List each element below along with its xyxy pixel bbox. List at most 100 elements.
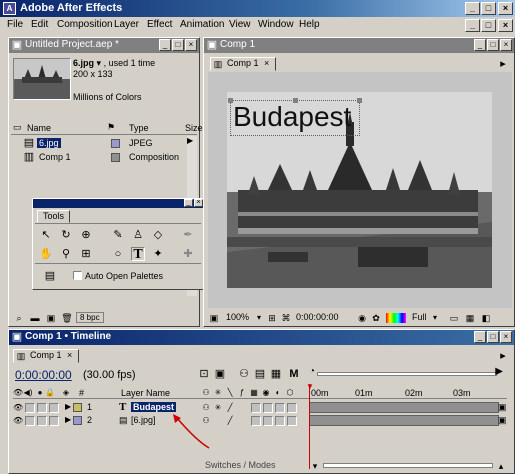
menu-effect[interactable]: Effect (147, 19, 172, 30)
zoom-tool-icon[interactable]: ⚲ (59, 247, 73, 261)
always-preview-icon[interactable]: ▣ (208, 311, 220, 325)
layer-name[interactable]: Budapest (131, 402, 177, 412)
minimize-button[interactable]: _ (465, 2, 480, 15)
work-area-end-icon[interactable]: ▶ (495, 366, 503, 377)
transform-handle[interactable] (357, 98, 362, 103)
mdi-minimize-button[interactable]: _ (465, 19, 480, 32)
eye-icon[interactable]: 👁 (13, 401, 23, 413)
add-vertex-tool-icon[interactable]: ✚ (181, 247, 195, 261)
eraser-tool-icon[interactable]: ◇ (151, 228, 165, 242)
ellipse-mask-tool-icon[interactable]: ○ (111, 247, 125, 261)
shy-layers-icon[interactable]: ⚇ (237, 367, 251, 381)
work-area-bar[interactable]: ◔ ▶ (309, 366, 509, 384)
comp-timecode[interactable]: 0:00:00:00 (296, 312, 339, 322)
hand-tool-icon[interactable]: ✋ (39, 247, 53, 261)
camera-view-icon[interactable]: ◧ (480, 311, 492, 325)
comp-button-icon[interactable]: ⊡ (197, 367, 211, 381)
expand-arrow-icon[interactable]: ▶ (65, 415, 71, 424)
adjustment-toggle[interactable] (275, 416, 285, 426)
timeline-minimize-button[interactable]: _ (474, 331, 486, 343)
work-area-track[interactable] (317, 372, 497, 376)
work-area-start-icon[interactable]: ◔ (309, 366, 315, 377)
menu-view[interactable]: View (229, 19, 251, 30)
adjustment-toggle[interactable] (275, 403, 285, 413)
label-color-swatch[interactable] (111, 139, 120, 148)
maximize-button[interactable]: □ (481, 2, 496, 15)
mdi-restore-button[interactable]: □ (481, 19, 496, 32)
selection-tool-icon[interactable]: ↖ (39, 228, 53, 242)
rotation-tool-icon[interactable]: ↻ (59, 228, 73, 242)
dropdown-arrow-icon[interactable]: ▾ (97, 58, 102, 68)
lock-toggle[interactable] (49, 403, 59, 413)
zoom-dropdown[interactable]: 100% (226, 312, 249, 322)
label-color-swatch[interactable] (111, 153, 120, 162)
timeline-close-button[interactable]: × (500, 331, 512, 343)
tab-timeline-comp[interactable]: ▥ Comp 1 × (13, 349, 80, 363)
tab-comp[interactable]: ▥ Comp 1 × (210, 57, 277, 71)
menu-help[interactable]: Help (299, 19, 320, 30)
timeline-timecode[interactable]: 0:00:00:00 (15, 368, 72, 382)
comp-close-button[interactable]: × (500, 39, 512, 51)
layer-end-marker-icon[interactable]: ▣ (498, 402, 507, 413)
puppet-pin-tool-icon[interactable]: ✦ (151, 247, 165, 261)
current-time-indicator[interactable] (309, 384, 310, 469)
audio-toggle[interactable] (25, 416, 35, 426)
quality-dropdown-arrow-icon[interactable]: ▾ (430, 311, 440, 325)
table-row[interactable]: 👁 ▶ 2 ▤ [6.jpg] ⚇ ╱ (13, 415, 309, 427)
layer-duration-bar[interactable] (309, 415, 499, 426)
zoom-dropdown-arrow-icon[interactable]: ▾ (254, 311, 264, 325)
switches-modes-toggle[interactable]: Switches / Modes (205, 460, 276, 470)
new-comp-icon[interactable]: ▣ (45, 311, 57, 325)
transform-handle[interactable] (293, 98, 298, 103)
timeline-zoom-slider[interactable] (323, 463, 493, 468)
lock-toggle[interactable] (49, 416, 59, 426)
find-icon[interactable]: ⌕ (13, 311, 25, 325)
close-button[interactable]: × (498, 2, 513, 15)
motion-blur-toggle[interactable] (263, 416, 273, 426)
zoom-out-icon[interactable]: ▾ (309, 459, 321, 473)
region-of-interest-icon[interactable]: ▭ (448, 311, 460, 325)
menu-window[interactable]: Window (258, 19, 294, 30)
time-indicator-head-icon[interactable]: ▼ (306, 382, 314, 391)
menu-composition[interactable]: Composition (57, 19, 113, 30)
layer-name-header[interactable]: Layer Name (121, 388, 170, 398)
new-folder-icon[interactable]: ▬ (29, 311, 41, 325)
menu-edit[interactable]: Edit (31, 19, 48, 30)
tab-close-icon[interactable]: × (67, 350, 72, 360)
comp-viewer[interactable]: Budapest (208, 72, 512, 308)
audio-toggle[interactable] (25, 403, 35, 413)
3d-toggle[interactable] (287, 403, 297, 413)
layer-duration-bar[interactable] (309, 402, 499, 413)
list-item[interactable]: ▤ 6.jpg JPEG (11, 137, 197, 150)
mask-view-icon[interactable]: ⌘ (280, 311, 292, 325)
enable-motion-blur-icon[interactable]: ▦ (269, 367, 283, 381)
label-color-swatch[interactable] (73, 416, 82, 425)
menu-layer[interactable]: Layer (114, 19, 139, 30)
layer-name[interactable]: [6.jpg] (131, 415, 156, 425)
text-layer-bounding-box[interactable]: Budapest (228, 98, 362, 136)
channel-rgb-icon[interactable] (386, 313, 406, 323)
pan-behind-tool-icon[interactable]: ⊞ (79, 247, 93, 261)
text-tool-icon[interactable]: T (131, 247, 145, 262)
timeline-maximize-button[interactable]: □ (487, 331, 499, 343)
project-maximize-button[interactable]: □ (172, 39, 184, 51)
brush-tool-icon[interactable]: ✎ (111, 228, 125, 242)
frame-blend-toggle[interactable] (251, 403, 261, 413)
graph-editor-icon[interactable]: M (287, 367, 301, 381)
list-item[interactable]: ▥ Comp 1 Composition (11, 151, 197, 164)
tag-column-icon[interactable]: ⚑ (107, 122, 121, 133)
tools-minimize-button[interactable]: _ (184, 199, 193, 207)
menu-animation[interactable]: Animation (180, 19, 224, 30)
show-snapshot-icon[interactable]: ✿ (370, 311, 382, 325)
label-column-icon[interactable]: ▭ (13, 122, 23, 134)
motion-blur-toggle-icon[interactable]: ▣ (213, 367, 227, 381)
tab-close-icon[interactable]: × (264, 58, 269, 68)
column-header-name[interactable]: Name (27, 123, 51, 133)
quality-dropdown[interactable]: Full (412, 312, 427, 322)
tools-close-button[interactable]: × (194, 199, 203, 207)
safe-zones-icon[interactable]: ⊞ (266, 311, 278, 325)
clone-stamp-tool-icon[interactable]: ♙ (131, 228, 145, 242)
timeline-panel-menu-icon[interactable]: ▸ (496, 349, 510, 363)
project-minimize-button[interactable]: _ (159, 39, 171, 51)
frame-blending-icon[interactable]: ▤ (253, 367, 267, 381)
